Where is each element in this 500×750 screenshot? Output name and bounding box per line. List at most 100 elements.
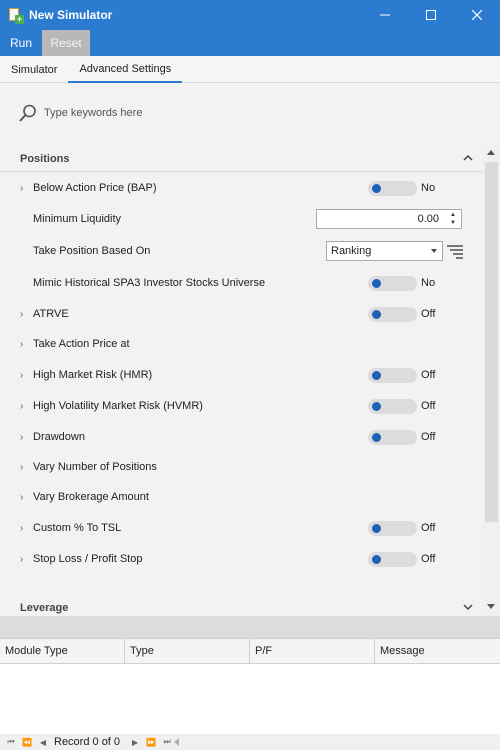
- toggle-state: Off: [421, 522, 436, 534]
- row-drawdown[interactable]: › Drawdown Off: [0, 423, 483, 451]
- dropdown-value: Ranking: [331, 245, 372, 257]
- row-atrve[interactable]: › ATRVE Off: [0, 300, 483, 328]
- tab-advanced-settings[interactable]: Advanced Settings: [68, 56, 183, 83]
- row-vary-brokerage-amount[interactable]: › Vary Brokerage Amount: [0, 483, 483, 511]
- row-take-position-based-on: Take Position Based On Ranking: [0, 237, 483, 265]
- atrve-toggle[interactable]: [368, 306, 417, 322]
- scroll-left-icon[interactable]: [174, 738, 179, 746]
- row-label: Below Action Price (BAP): [33, 182, 157, 194]
- minimize-button[interactable]: [362, 0, 408, 30]
- list-settings-icon[interactable]: [447, 243, 463, 259]
- tab-strip: Simulator Advanced Settings: [0, 56, 500, 83]
- chevron-up-icon[interactable]: [463, 152, 473, 164]
- row-below-action-price[interactable]: › Below Action Price (BAP) No: [0, 174, 483, 202]
- results-grid-header: Module Type Type P/F Message: [0, 638, 500, 664]
- toggle-state: No: [421, 182, 436, 194]
- bap-toggle[interactable]: [368, 180, 417, 196]
- search-bar: [18, 101, 418, 125]
- row-high-market-risk[interactable]: › High Market Risk (HMR) Off: [0, 361, 483, 389]
- chevron-down-icon[interactable]: [463, 601, 473, 613]
- chevron-right-icon[interactable]: ›: [20, 554, 28, 565]
- toggle-state: Off: [421, 553, 436, 565]
- toggle-state: No: [421, 277, 436, 289]
- tab-simulator[interactable]: Simulator: [0, 56, 68, 83]
- chevron-right-icon[interactable]: ›: [20, 183, 28, 194]
- hvmr-toggle[interactable]: [368, 398, 417, 414]
- maximize-icon: [426, 10, 436, 20]
- mimic-toggle[interactable]: [368, 275, 417, 291]
- column-header-message[interactable]: Message: [375, 639, 500, 663]
- row-take-action-price-at[interactable]: › Take Action Price at: [0, 330, 483, 358]
- previous-page-icon[interactable]: ⏪: [22, 738, 32, 747]
- panel-splitter[interactable]: [0, 616, 500, 638]
- previous-record-icon[interactable]: ◀: [38, 738, 48, 747]
- chevron-right-icon[interactable]: ›: [20, 462, 28, 473]
- chevron-right-icon[interactable]: ›: [20, 492, 28, 503]
- row-label: ATRVE: [33, 308, 69, 320]
- first-record-icon[interactable]: ⏮: [6, 737, 16, 747]
- column-header-type[interactable]: Type: [125, 639, 250, 663]
- toggle-state: Off: [421, 400, 436, 412]
- close-icon: [472, 10, 482, 20]
- row-stop-loss-profit-stop[interactable]: › Stop Loss / Profit Stop Off: [0, 545, 483, 573]
- minimum-liquidity-spinner[interactable]: 0.00 ▲ ▼: [316, 209, 462, 229]
- scroll-up-icon[interactable]: [487, 150, 495, 155]
- row-label: Custom % To TSL: [33, 522, 122, 534]
- column-header-module-type[interactable]: Module Type: [0, 639, 125, 663]
- toggle-state: Off: [421, 308, 436, 320]
- row-label: Minimum Liquidity: [33, 213, 122, 225]
- search-input[interactable]: [44, 107, 344, 119]
- search-icon: [19, 104, 36, 122]
- next-record-icon[interactable]: ▶: [130, 738, 140, 747]
- chevron-right-icon[interactable]: ›: [20, 523, 28, 534]
- row-custom-tsl[interactable]: › Custom % To TSL Off: [0, 514, 483, 542]
- record-counter: Record 0 of 0: [54, 736, 121, 748]
- chevron-right-icon[interactable]: ›: [20, 339, 28, 350]
- column-header-pf[interactable]: P/F: [250, 639, 375, 663]
- vertical-scrollbar[interactable]: [483, 146, 500, 616]
- app-icon: +: [8, 8, 24, 24]
- horizontal-scrollbar[interactable]: [172, 736, 500, 748]
- stop-loss-toggle[interactable]: [368, 551, 417, 567]
- row-label: Vary Brokerage Amount: [33, 491, 149, 503]
- toggle-state: Off: [421, 431, 436, 443]
- spin-up-icon[interactable]: ▲: [448, 211, 458, 219]
- reset-button[interactable]: Reset: [42, 30, 91, 56]
- scroll-down-icon[interactable]: [487, 604, 495, 609]
- spin-down-icon[interactable]: ▼: [448, 219, 458, 227]
- row-mimic-historical: Mimic Historical SPA3 Investor Stocks Un…: [0, 269, 483, 297]
- close-button[interactable]: [454, 0, 500, 30]
- toggle-state: Off: [421, 369, 436, 381]
- chevron-right-icon[interactable]: ›: [20, 432, 28, 443]
- chevron-down-icon[interactable]: [431, 249, 437, 253]
- chevron-right-icon[interactable]: ›: [20, 370, 28, 381]
- positions-header-label: Positions: [20, 153, 70, 165]
- hmr-toggle[interactable]: [368, 367, 417, 383]
- results-grid-body: [0, 664, 500, 734]
- chevron-right-icon[interactable]: ›: [20, 401, 28, 412]
- row-label: Mimic Historical SPA3 Investor Stocks Un…: [33, 277, 266, 289]
- run-button[interactable]: Run: [0, 30, 42, 56]
- row-label: Drawdown: [33, 431, 85, 443]
- custom-tsl-toggle[interactable]: [368, 520, 417, 536]
- scroll-thumb[interactable]: [485, 162, 498, 522]
- row-minimum-liquidity: Minimum Liquidity 0.00 ▲ ▼: [0, 205, 483, 233]
- positions-section-header[interactable]: Positions: [0, 148, 483, 170]
- row-vary-number-of-positions[interactable]: › Vary Number of Positions: [0, 453, 483, 481]
- drawdown-toggle[interactable]: [368, 429, 417, 445]
- row-label: Take Action Price at: [33, 338, 130, 350]
- record-navigator: ⏮ ⏪ ◀ Record 0 of 0 ▶ ⏩ ⏭: [0, 734, 500, 750]
- title-bar: + New Simulator: [0, 0, 500, 30]
- row-label: Vary Number of Positions: [33, 461, 157, 473]
- leverage-header-label: Leverage: [20, 602, 69, 614]
- toolbar: Run Reset: [0, 30, 500, 56]
- maximize-button[interactable]: [408, 0, 454, 30]
- chevron-right-icon[interactable]: ›: [20, 309, 28, 320]
- positions-property-grid: [0, 171, 483, 172]
- last-record-icon[interactable]: ⏭: [162, 737, 172, 747]
- take-position-dropdown[interactable]: Ranking: [326, 241, 443, 261]
- next-page-icon[interactable]: ⏩: [146, 738, 156, 747]
- row-high-volatility-market-risk[interactable]: › High Volatility Market Risk (HVMR) Off: [0, 392, 483, 420]
- window-title: New Simulator: [29, 8, 113, 22]
- minimize-icon: [380, 14, 390, 16]
